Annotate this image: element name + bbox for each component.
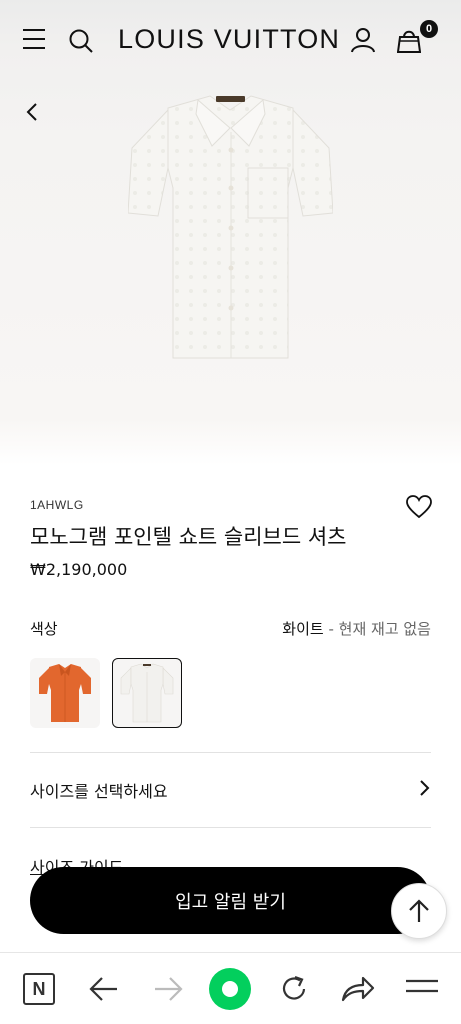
product-name: 모노그램 포인텔 쇼트 슬리브드 셔츠 [30,525,347,549]
back-arrow-icon[interactable] [89,975,119,1003]
share-icon[interactable] [341,973,375,1003]
cart-count-badge: 0 [420,20,438,38]
divider [30,752,431,753]
menu-lines-icon[interactable] [405,979,439,999]
chevron-right-icon [419,779,431,801]
divider [30,827,431,828]
shopping-bag-icon[interactable] [397,27,421,53]
account-icon[interactable] [351,27,375,53]
color-swatch-white[interactable] [112,658,182,728]
wishlist-heart-icon[interactable] [406,495,432,523]
naver-home-button[interactable]: N [23,973,55,1005]
back-chevron-icon[interactable] [22,100,42,128]
availability-status: - 현재 재고 없음 [328,620,431,638]
product-sku: 1AHWLG [30,498,84,512]
size-selector[interactable]: 사이즈를 선택하세요 [30,778,431,802]
notify-restock-button[interactable]: 입고 알림 받기 [30,867,431,934]
naver-green-dot-icon [209,968,251,1010]
top-header: LOUIS VUITTON 0 [0,0,461,80]
size-select-label: 사이즈를 선택하세요 [30,782,168,801]
color-label: 색상 [30,620,58,638]
product-image [127,88,334,364]
menu-icon[interactable] [22,28,46,50]
brand-logo[interactable]: LOUIS VUITTON [118,24,340,55]
color-swatch-orange[interactable] [30,658,100,728]
browser-toolbar: N [0,952,461,1024]
product-price: ₩2,190,000 [30,560,128,579]
naver-n-icon: N [23,973,55,1005]
refresh-icon[interactable] [278,973,310,1005]
color-value: 화이트 [282,620,324,638]
green-dot-button[interactable] [209,968,251,1010]
scroll-to-top-button[interactable] [391,883,447,939]
search-icon[interactable] [68,28,94,54]
forward-arrow-icon[interactable] [153,975,183,1003]
arrow-up-icon [409,899,429,922]
color-info: 화이트 - 현재 재고 없음 [282,618,431,639]
